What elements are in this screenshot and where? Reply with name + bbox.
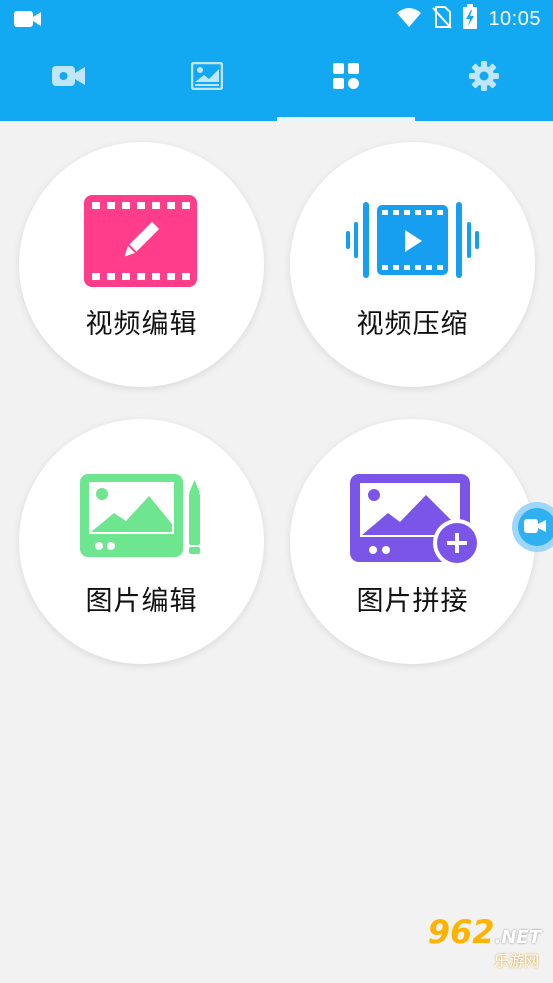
gear-icon bbox=[468, 60, 499, 95]
image-edit-label: 图片编辑 bbox=[85, 586, 198, 617]
watermark-suffix: .NET bbox=[494, 927, 541, 948]
battery-charging-icon bbox=[462, 4, 478, 34]
video-compress-label: 视频压缩 bbox=[356, 309, 469, 340]
image-join-icon bbox=[350, 474, 481, 567]
video-compress-card[interactable]: 视频压缩 bbox=[290, 142, 535, 387]
video-edit-card[interactable]: 视频编辑 bbox=[19, 142, 264, 387]
watermark-brand: 962 bbox=[427, 913, 495, 951]
video-camera-icon bbox=[14, 9, 42, 33]
video-compress-icon bbox=[346, 202, 479, 278]
image-gallery-icon bbox=[191, 61, 224, 94]
wifi-icon bbox=[396, 6, 422, 32]
image-edit-icon bbox=[80, 474, 200, 557]
image-edit-card[interactable]: 图片编辑 bbox=[19, 419, 264, 664]
image-join-label: 图片拼接 bbox=[356, 586, 469, 617]
grid-apps-icon bbox=[332, 62, 360, 94]
video-edit-label: 视频编辑 bbox=[85, 309, 198, 340]
tab-gallery[interactable] bbox=[138, 38, 276, 121]
watermark-text: 乐游网 bbox=[493, 952, 539, 970]
tab-video[interactable] bbox=[0, 38, 138, 121]
watermark-logo: 962.NET 乐游网 bbox=[407, 907, 547, 977]
video-camera-icon bbox=[52, 65, 86, 92]
status-time: 10:05 bbox=[488, 7, 541, 30]
video-edit-icon bbox=[84, 195, 197, 287]
active-tab-indicator bbox=[276, 117, 415, 121]
tab-tools[interactable] bbox=[276, 38, 415, 121]
image-join-card[interactable]: 图片拼接 bbox=[290, 419, 535, 664]
status-bar: 10:05 bbox=[0, 0, 553, 38]
tab-settings[interactable] bbox=[415, 38, 553, 121]
video-camera-icon bbox=[524, 518, 546, 537]
app-header: 10:05 bbox=[0, 0, 553, 121]
no-sim-icon bbox=[432, 5, 453, 33]
tab-bar bbox=[0, 38, 553, 121]
